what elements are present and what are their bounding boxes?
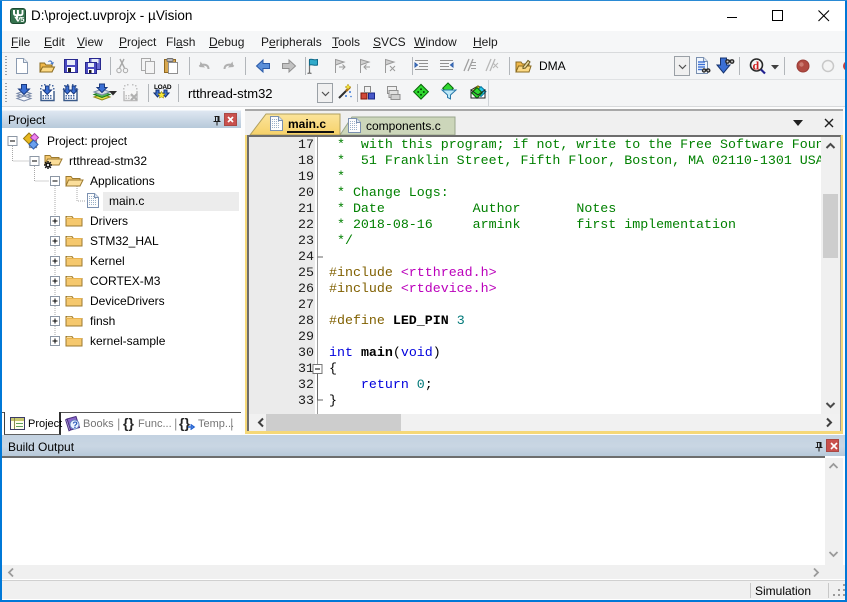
svg-text:5: 5 [20,15,24,24]
svg-text:d: d [753,59,760,73]
svg-text:?: ? [72,420,78,430]
